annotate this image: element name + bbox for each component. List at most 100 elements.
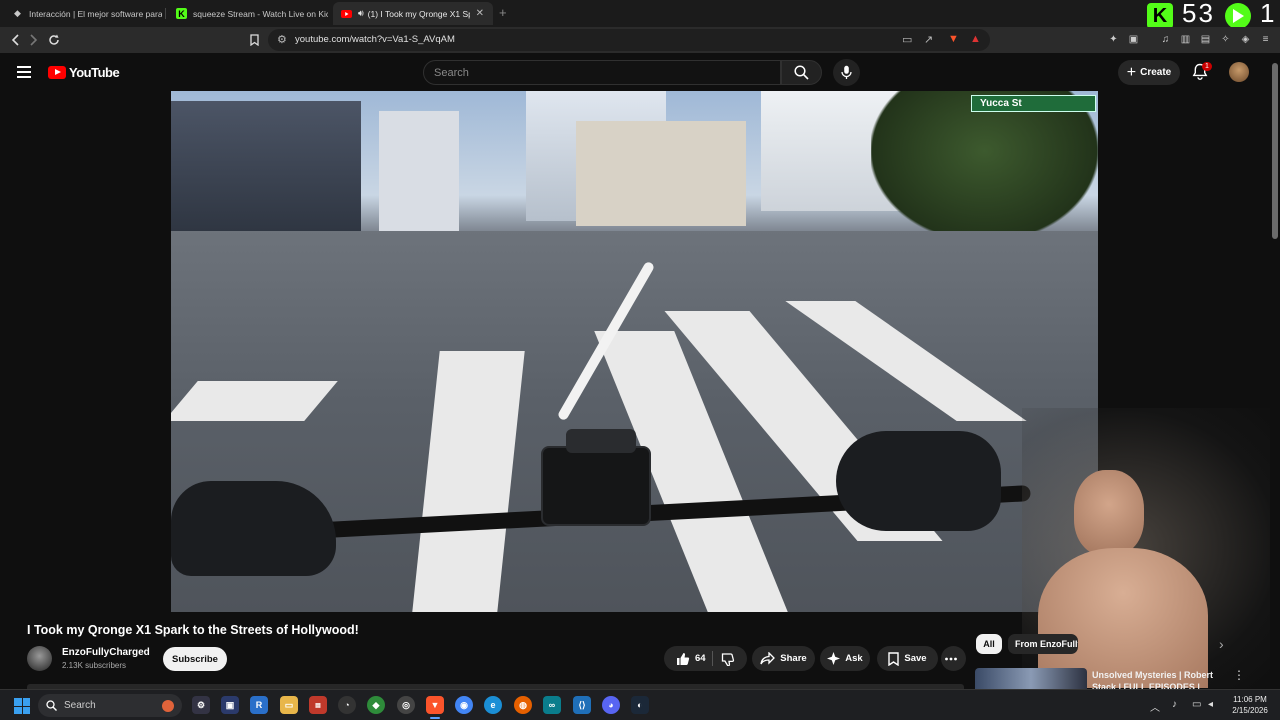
- tab-title: (1) I Took my Qronge X1 Spar: [367, 8, 470, 19]
- channel-avatar[interactable]: [27, 646, 52, 671]
- menu-icon[interactable]: ≡: [1259, 33, 1272, 46]
- tab-youtube-video[interactable]: 🔊︎ (1) I Took my Qronge X1 Spar ✕: [333, 2, 493, 25]
- subscribe-button[interactable]: Subscribe: [163, 647, 227, 671]
- chip-from-channel[interactable]: From EnzoFully: [1008, 634, 1078, 654]
- brave-shield-icon[interactable]: ▼: [948, 33, 959, 45]
- cast-icon[interactable]: ▭: [902, 33, 912, 46]
- windows-taskbar: Search ⚙ ▣ R ▭ ▤ ◔ ◆ ◎ ▼ ◉ e ◍ ∞ ⟨⟩ ◕ ◐ …: [0, 689, 1280, 720]
- back-button[interactable]: [6, 31, 24, 49]
- youtube-favicon-icon: [341, 8, 352, 19]
- tab-title: squeeze Stream - Watch Live on Kick: [193, 8, 328, 19]
- recommendation-title[interactable]: Unsolved Mysteries | Robert Stack | FULL…: [1092, 669, 1222, 689]
- app-icon[interactable]: R: [250, 696, 268, 714]
- volume-icon[interactable]: ◂: [1208, 699, 1213, 710]
- share-page-icon[interactable]: ↗: [924, 33, 933, 46]
- like-dislike-group: 64: [664, 646, 747, 671]
- file-explorer-icon[interactable]: ▭: [280, 696, 298, 714]
- youtube-header: YouTube + Create 1: [0, 53, 1280, 91]
- reload-button[interactable]: [45, 31, 63, 49]
- app-icon[interactable]: ◎: [397, 696, 415, 714]
- overlay-count: 53: [1182, 0, 1215, 28]
- tab-separator: [165, 8, 166, 19]
- chrome-icon[interactable]: ◉: [455, 696, 473, 714]
- video-scene-building: [171, 101, 361, 231]
- recommendation-thumbnail[interactable]: [975, 668, 1087, 690]
- windows-start-icon[interactable]: [14, 698, 30, 714]
- like-button[interactable]: 64: [664, 652, 712, 666]
- taskbar-search[interactable]: Search: [38, 694, 182, 717]
- webcam-person-body: [1038, 548, 1208, 688]
- leo-ai-icon[interactable]: ✧: [1219, 33, 1232, 46]
- subscriber-count: 2.13K subscribers: [62, 661, 127, 670]
- youtube-logo[interactable]: YouTube: [48, 65, 120, 80]
- share-button[interactable]: Share: [752, 646, 815, 671]
- steam-icon[interactable]: ◐: [631, 696, 649, 714]
- save-label: Save: [904, 653, 927, 664]
- more-actions-button[interactable]: [941, 646, 966, 671]
- sparkle-icon: [827, 652, 841, 665]
- new-tab-button[interactable]: +: [499, 5, 507, 20]
- taskbar-clock[interactable]: 11:06 PM 2/15/2026: [1228, 694, 1272, 716]
- save-button[interactable]: Save: [877, 646, 938, 671]
- page-scrollbar[interactable]: [1270, 53, 1280, 689]
- video-title: I Took my Qronge X1 Spark to the Streets…: [27, 623, 359, 637]
- play-circle-icon: [1225, 3, 1251, 29]
- create-button[interactable]: + Create: [1118, 60, 1180, 85]
- share-icon: [760, 652, 776, 665]
- microphone-tray-icon[interactable]: ♪: [1172, 699, 1177, 710]
- guide-menu-icon[interactable]: [17, 66, 31, 78]
- tab-interaccion[interactable]: ◆ Interacción | El mejor software para p: [4, 2, 162, 25]
- edge-icon[interactable]: e: [484, 696, 502, 714]
- task-view-icon[interactable]: ⚙: [192, 696, 210, 714]
- notification-badge: 1: [1202, 62, 1212, 71]
- media-icon[interactable]: ♫: [1159, 33, 1172, 46]
- scrollbar-thumb[interactable]: [1272, 63, 1278, 239]
- app-icon[interactable]: ▣: [221, 696, 239, 714]
- site-info-icon[interactable]: ⚙: [277, 33, 287, 46]
- ask-button[interactable]: Ask: [820, 646, 870, 671]
- forward-button[interactable]: [25, 31, 43, 49]
- chevron-up-icon[interactable]: ︿: [1150, 699, 1160, 714]
- account-avatar[interactable]: [1229, 62, 1249, 82]
- speaker-icon[interactable]: 🔊︎: [358, 8, 364, 19]
- app-icon[interactable]: ◆: [367, 696, 385, 714]
- kebab-menu-icon[interactable]: ⋮: [1233, 668, 1245, 682]
- clock-date: 2/15/2026: [1232, 706, 1268, 715]
- tab-kick-stream[interactable]: K squeeze Stream - Watch Live on Kick: [168, 2, 328, 25]
- discord-icon[interactable]: ◕: [602, 696, 620, 714]
- chevron-right-icon[interactable]: ›: [1219, 636, 1224, 652]
- bookmark-icon[interactable]: [245, 31, 263, 49]
- dislike-button[interactable]: [713, 652, 747, 666]
- search-icon: [46, 700, 57, 711]
- sidebar-icon[interactable]: ▥: [1179, 33, 1192, 46]
- thumbs-down-icon: [721, 652, 734, 666]
- wallet-icon[interactable]: ▤: [1199, 33, 1212, 46]
- firefox-icon[interactable]: ◍: [514, 696, 532, 714]
- close-icon[interactable]: ✕: [476, 8, 484, 19]
- search-field[interactable]: [423, 60, 781, 85]
- search-button[interactable]: [781, 60, 822, 85]
- webcam-person-head: [1074, 470, 1144, 556]
- vpn-icon[interactable]: ◈: [1239, 33, 1252, 46]
- extensions-icon[interactable]: ✦: [1107, 33, 1120, 46]
- clock-app-icon[interactable]: ◔: [338, 696, 356, 714]
- search-input[interactable]: [424, 61, 744, 84]
- url-text[interactable]: youtube.com/watch?v=Va1-S_AVqAM: [295, 34, 455, 45]
- brave-browser-icon[interactable]: ▼: [426, 696, 444, 714]
- address-bar[interactable]: ⚙ youtube.com/watch?v=Va1-S_AVqAM ▭ ↗ ▼ …: [268, 29, 990, 51]
- voice-search-button[interactable]: [833, 59, 860, 86]
- channel-name[interactable]: EnzoFullyCharged: [62, 647, 150, 658]
- chip-all[interactable]: All: [976, 634, 1002, 654]
- app-icon[interactable]: ▤: [309, 696, 327, 714]
- video-player[interactable]: Yucca St: [171, 91, 1098, 612]
- thumbs-up-icon: [677, 652, 690, 665]
- app-icon[interactable]: ∞: [543, 696, 561, 714]
- plus-icon: +: [1126, 63, 1137, 81]
- overlay-count: 1: [1260, 0, 1275, 28]
- network-icon[interactable]: ▭: [1192, 699, 1201, 710]
- diamond-icon: ◆: [14, 8, 21, 18]
- screenshot-icon[interactable]: ▣: [1127, 33, 1140, 46]
- street-sign: Yucca St: [971, 95, 1096, 112]
- vscode-icon[interactable]: ⟨⟩: [573, 696, 591, 714]
- brave-rewards-icon[interactable]: ▲: [970, 33, 981, 45]
